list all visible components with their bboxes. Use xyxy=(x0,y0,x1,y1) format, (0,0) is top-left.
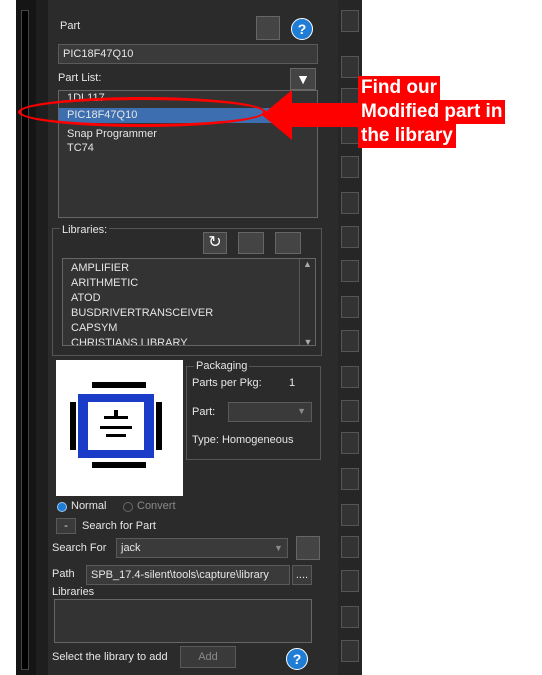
place-part-tool-icon[interactable] xyxy=(341,10,359,32)
convert-radio[interactable] xyxy=(123,502,133,512)
part-input[interactable]: PIC18F47Q10 xyxy=(58,44,318,64)
list-item[interactable]: Snap Programmer xyxy=(67,128,157,140)
callout-line: Find our xyxy=(358,76,440,100)
dotted-grid-tool-icon[interactable] xyxy=(341,504,359,526)
part-select-label: Part: xyxy=(192,406,216,418)
search-for-part-label: Search for Part xyxy=(82,520,156,532)
convert-label: Convert xyxy=(137,500,176,512)
refresh-icon[interactable]: ↻ xyxy=(203,232,227,254)
panel-gutter xyxy=(36,0,48,675)
chip-symbol-icon xyxy=(70,382,162,468)
list-item[interactable]: CAPSYM xyxy=(63,321,315,336)
diamond-tool-icon[interactable] xyxy=(341,640,359,662)
chevron-down-icon[interactable]: ▼ xyxy=(274,543,283,553)
arrow-icon xyxy=(262,90,358,140)
packaging-label: Packaging xyxy=(194,360,250,372)
power-tool-icon[interactable] xyxy=(341,260,359,282)
line-tool-icon[interactable] xyxy=(341,536,359,558)
normal-radio[interactable] xyxy=(57,502,67,512)
part-preview xyxy=(56,360,183,496)
off-page-tool-icon[interactable] xyxy=(341,296,359,318)
net-label-tool-icon[interactable] xyxy=(341,226,359,248)
list-item[interactable]: AMPLIFIER xyxy=(63,259,315,276)
libraries-results-list[interactable] xyxy=(54,599,312,643)
add-button[interactable]: Add xyxy=(180,646,236,668)
libraries-results-label: Libraries xyxy=(52,586,95,598)
hier-block-tool-icon[interactable] xyxy=(341,330,359,352)
pin-tool-icon[interactable] xyxy=(341,400,359,422)
filter-icon[interactable]: ▼ xyxy=(290,68,316,90)
text-tool-icon[interactable] xyxy=(341,606,359,628)
chevron-down-icon[interactable]: ▼ xyxy=(300,337,315,345)
part-list-label: Part List: xyxy=(58,72,102,84)
add-part-icon[interactable] xyxy=(256,16,280,40)
normal-label: Normal xyxy=(71,500,107,512)
callout: Find our Modified part in the library xyxy=(358,76,506,148)
wire-tool-icon[interactable] xyxy=(341,56,359,78)
part-label: Part xyxy=(60,20,81,32)
highlight-ellipse xyxy=(18,97,266,127)
parts-per-pkg-label: Parts per Pkg: xyxy=(192,377,262,389)
remove-library-icon[interactable] xyxy=(275,232,301,254)
help-icon[interactable]: ? xyxy=(291,18,313,40)
grid-tool-icon[interactable] xyxy=(341,432,359,454)
part-select[interactable]: ▼ xyxy=(228,402,312,422)
chevron-up-icon[interactable]: ▲ xyxy=(300,259,315,269)
browse-button[interactable]: .... xyxy=(292,565,312,585)
list-item[interactable]: BUSDRIVERTRANSCEIVER xyxy=(63,306,315,321)
help-icon[interactable]: ? xyxy=(286,648,308,670)
document-tool-icon[interactable] xyxy=(341,570,359,592)
search-input[interactable]: jack xyxy=(116,538,288,558)
list-item[interactable]: ATOD xyxy=(63,291,315,306)
list-item[interactable]: TC74 xyxy=(67,142,94,154)
search-for-label: Search For xyxy=(52,542,107,554)
add-library-icon[interactable] xyxy=(238,232,264,254)
libraries-list[interactable]: AMPLIFIER ARITHMETIC ATOD BUSDRIVERTRANS… xyxy=(62,258,316,346)
junction-tool-icon[interactable] xyxy=(341,156,359,178)
net-alias-tool-icon[interactable] xyxy=(341,192,359,214)
search-collapse-button[interactable]: - xyxy=(56,518,76,534)
chevron-down-icon: ▼ xyxy=(297,406,306,416)
path-input[interactable]: SPB_17.4-silent\tools\capture\library xyxy=(86,565,290,585)
libraries-scrollbar[interactable]: ▲ ▼ xyxy=(299,259,315,345)
parts-per-pkg-value: 1 xyxy=(289,377,296,389)
select-library-label: Select the library to add xyxy=(52,651,168,663)
search-part-icon[interactable] xyxy=(296,536,320,560)
type-label: Type: Homogeneous xyxy=(192,434,294,446)
libraries-label: Libraries: xyxy=(60,224,110,236)
list-item[interactable]: ARITHMETIC xyxy=(63,276,315,291)
list-item[interactable]: CHRISTIANS LIBRARY xyxy=(63,336,315,345)
callout-line: Modified part in xyxy=(358,100,506,124)
no-connect-tool-icon[interactable] xyxy=(341,468,359,490)
callout-line: the library xyxy=(358,124,456,148)
path-label: Path xyxy=(52,568,75,580)
ground-tool-icon[interactable] xyxy=(341,366,359,388)
left-edge-strip xyxy=(16,0,36,675)
